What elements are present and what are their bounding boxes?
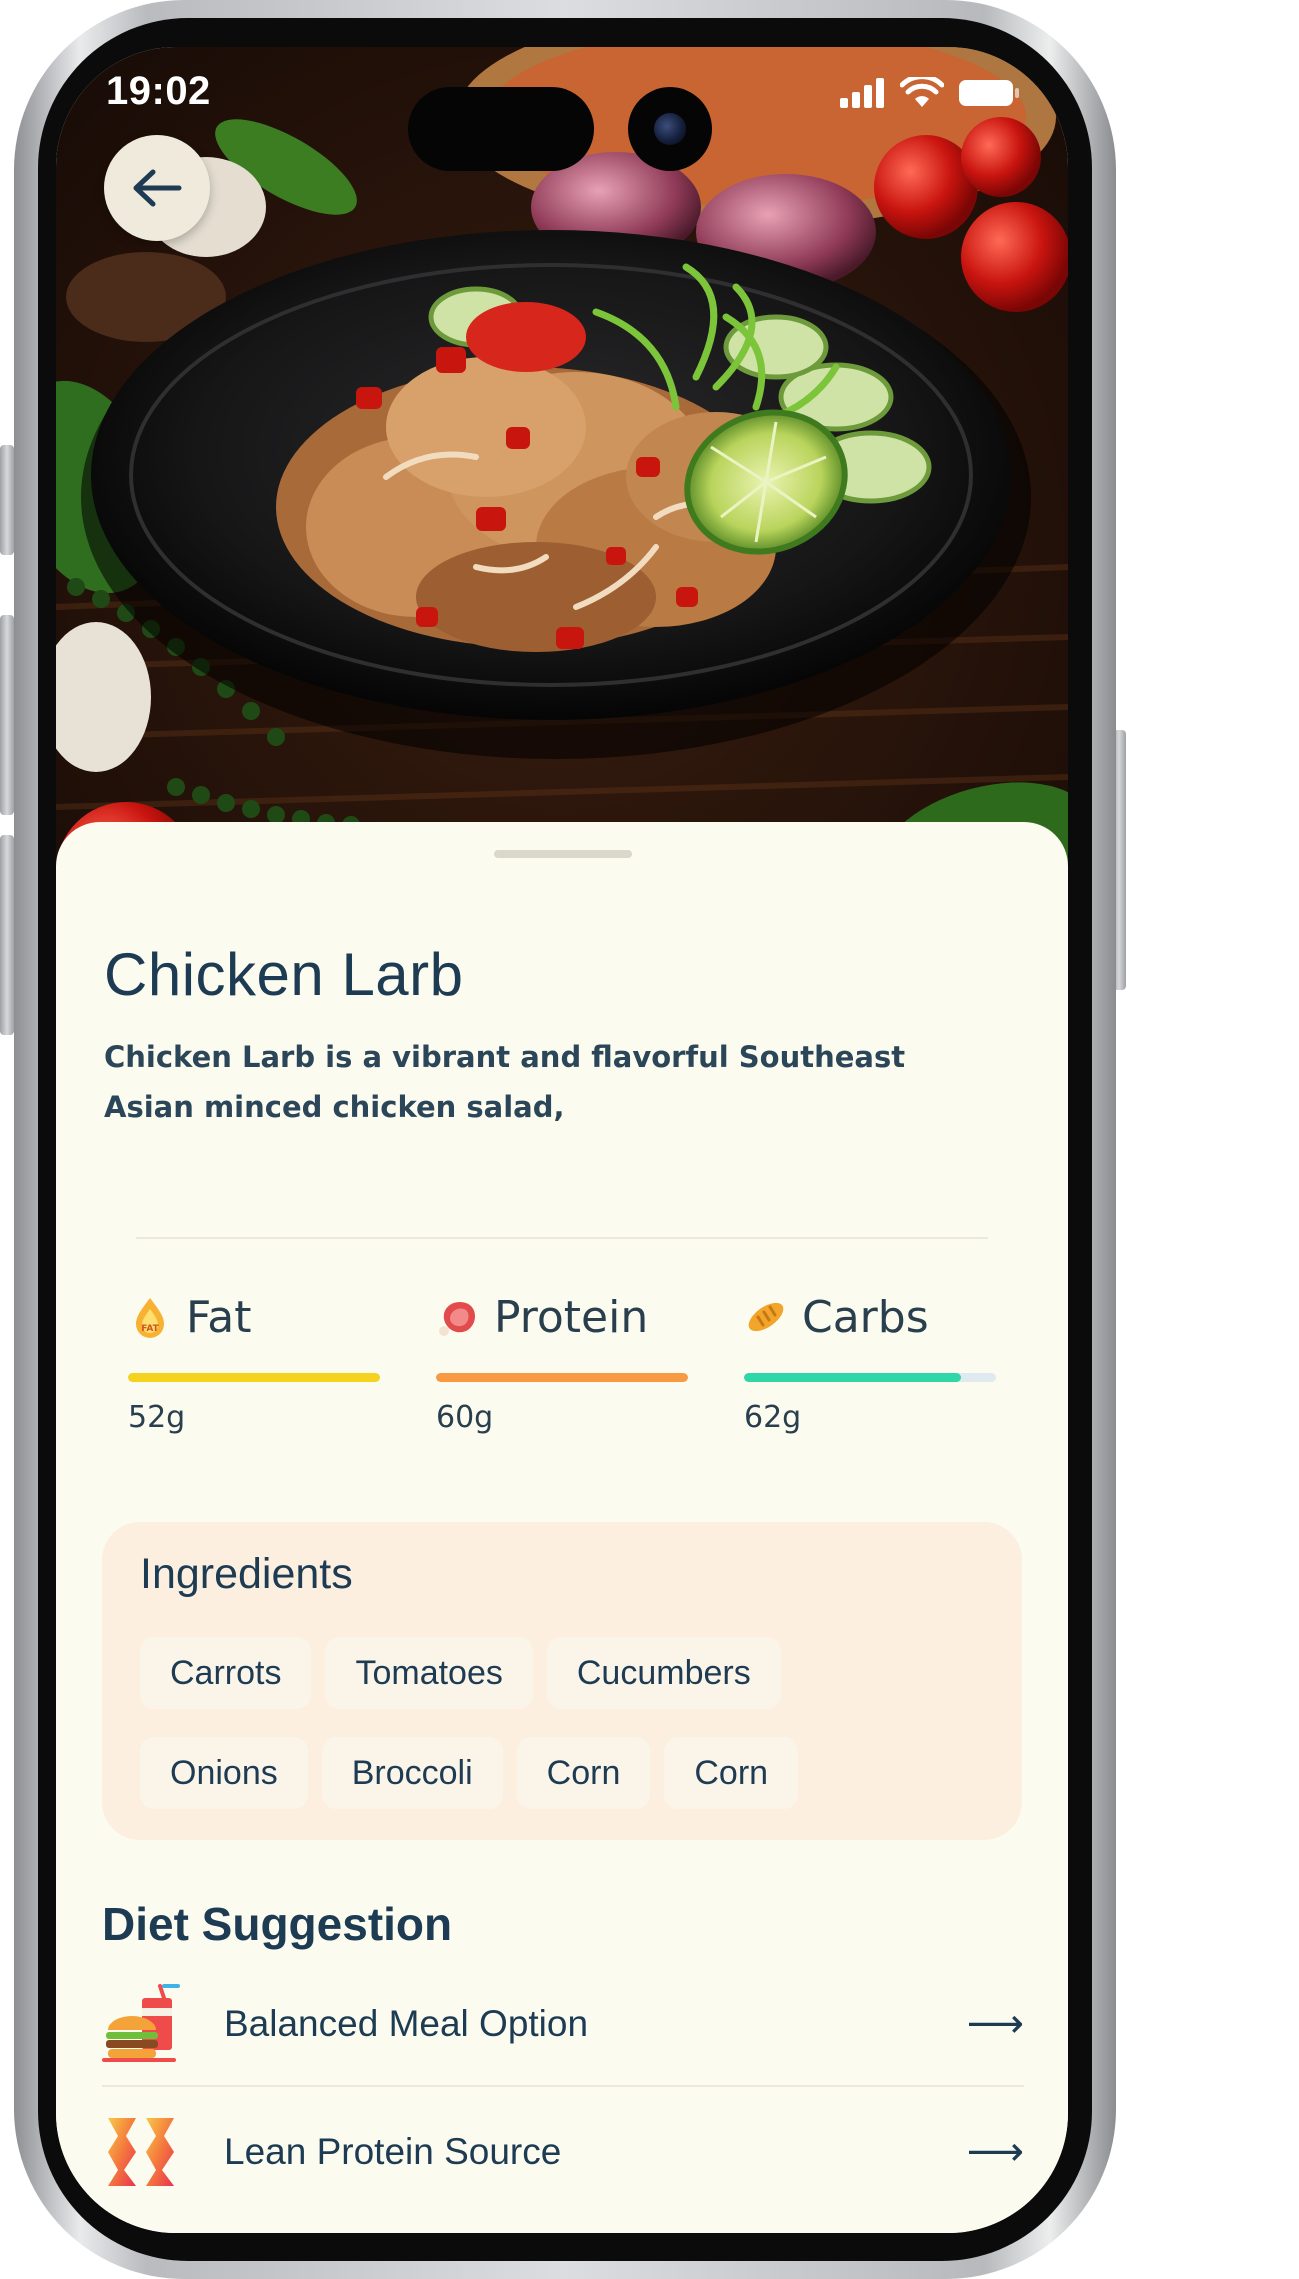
back-button[interactable] [104, 135, 210, 241]
ingredient-chip[interactable]: Cucumbers [546, 1637, 781, 1709]
volume-down-button[interactable] [0, 835, 14, 1035]
protein-icon [108, 2118, 174, 2186]
ingredient-chip[interactable]: Carrots [140, 1637, 312, 1709]
protein-progress-bar [436, 1373, 688, 1382]
macro-amount: 62g [744, 1400, 802, 1435]
bread-icon [748, 1302, 784, 1332]
macro-carbs: Carbs 62g [744, 1287, 996, 1435]
front-camera [628, 87, 712, 171]
fat-icon: FAT [136, 1298, 164, 1338]
food-hero-image [56, 47, 1068, 877]
ingredient-chips: Carrots Tomatoes Cucumbers Onions Brocco… [140, 1637, 1000, 1809]
carbs-progress-fill [744, 1373, 961, 1382]
ingredients-card: Ingredients Carrots Tomatoes Cucumbers O… [102, 1522, 1022, 1840]
ingredient-chip[interactable]: Onions [140, 1737, 308, 1809]
carbs-progress-bar [744, 1373, 996, 1382]
action-button[interactable] [0, 445, 14, 555]
macro-label: Protein [494, 1291, 649, 1343]
macro-label: Fat [186, 1291, 252, 1343]
fat-progress-fill [128, 1373, 380, 1382]
ingredient-chip[interactable]: Corn [664, 1737, 799, 1809]
macro-amount: 52g [128, 1400, 186, 1435]
fat-progress-bar [128, 1373, 380, 1382]
recipe-description: Chicken Larb is a vibrant and flavorful … [104, 1040, 906, 1124]
food-photo-illustration [56, 47, 1068, 877]
arrow-right-icon: ⟶ [966, 2001, 1024, 2047]
ingredient-chip[interactable]: Broccoli [321, 1737, 503, 1809]
signal-icon [840, 78, 884, 108]
ingredient-chip[interactable]: Tomatoes [325, 1637, 533, 1709]
macro-label: Carbs [802, 1291, 929, 1343]
protein-progress-fill [436, 1373, 688, 1382]
diet-item-lean-protein[interactable]: Lean Protein Source ⟶ [102, 2094, 1024, 2210]
dynamic-island [408, 87, 594, 171]
macro-protein: Protein 60g [436, 1287, 688, 1435]
recipe-detail-sheet: Chicken Larb Chicken Larb is a vibrant a… [56, 822, 1068, 2233]
fast-food-icon [102, 1984, 180, 2062]
diet-item-label: Balanced Meal Option [224, 2003, 589, 2044]
svg-text:FAT: FAT [141, 1324, 159, 1334]
volume-up-button[interactable] [0, 615, 14, 815]
macro-fat: FAT Fat 52g [128, 1287, 380, 1435]
diet-divider [102, 2085, 1024, 2087]
diet-item-balanced-meal[interactable]: Balanced Meal Option ⟶ [102, 1966, 1024, 2082]
divider [136, 1237, 988, 1239]
arrow-left-icon [133, 169, 182, 207]
ingredients-title: Ingredients [140, 1550, 353, 1598]
app-screen: 19:02 Chicken Larb Chicken Larb is a vib… [56, 47, 1068, 2233]
meat-icon [439, 1301, 475, 1336]
diet-item-label: Lean Protein Source [224, 2131, 562, 2172]
diet-suggestion-title: Diet Suggestion [102, 1898, 453, 1950]
sheet-drag-handle[interactable] [494, 850, 632, 858]
wifi-icon [900, 77, 944, 107]
recipe-title: Chicken Larb [104, 941, 464, 1008]
status-time: 19:02 [106, 69, 211, 113]
ingredient-chip[interactable]: Corn [516, 1737, 651, 1809]
battery-icon [959, 80, 1019, 106]
arrow-right-icon: ⟶ [966, 2129, 1024, 2175]
macro-amount: 60g [436, 1400, 494, 1435]
status-icons [840, 77, 1020, 109]
camera-lens [654, 113, 686, 145]
